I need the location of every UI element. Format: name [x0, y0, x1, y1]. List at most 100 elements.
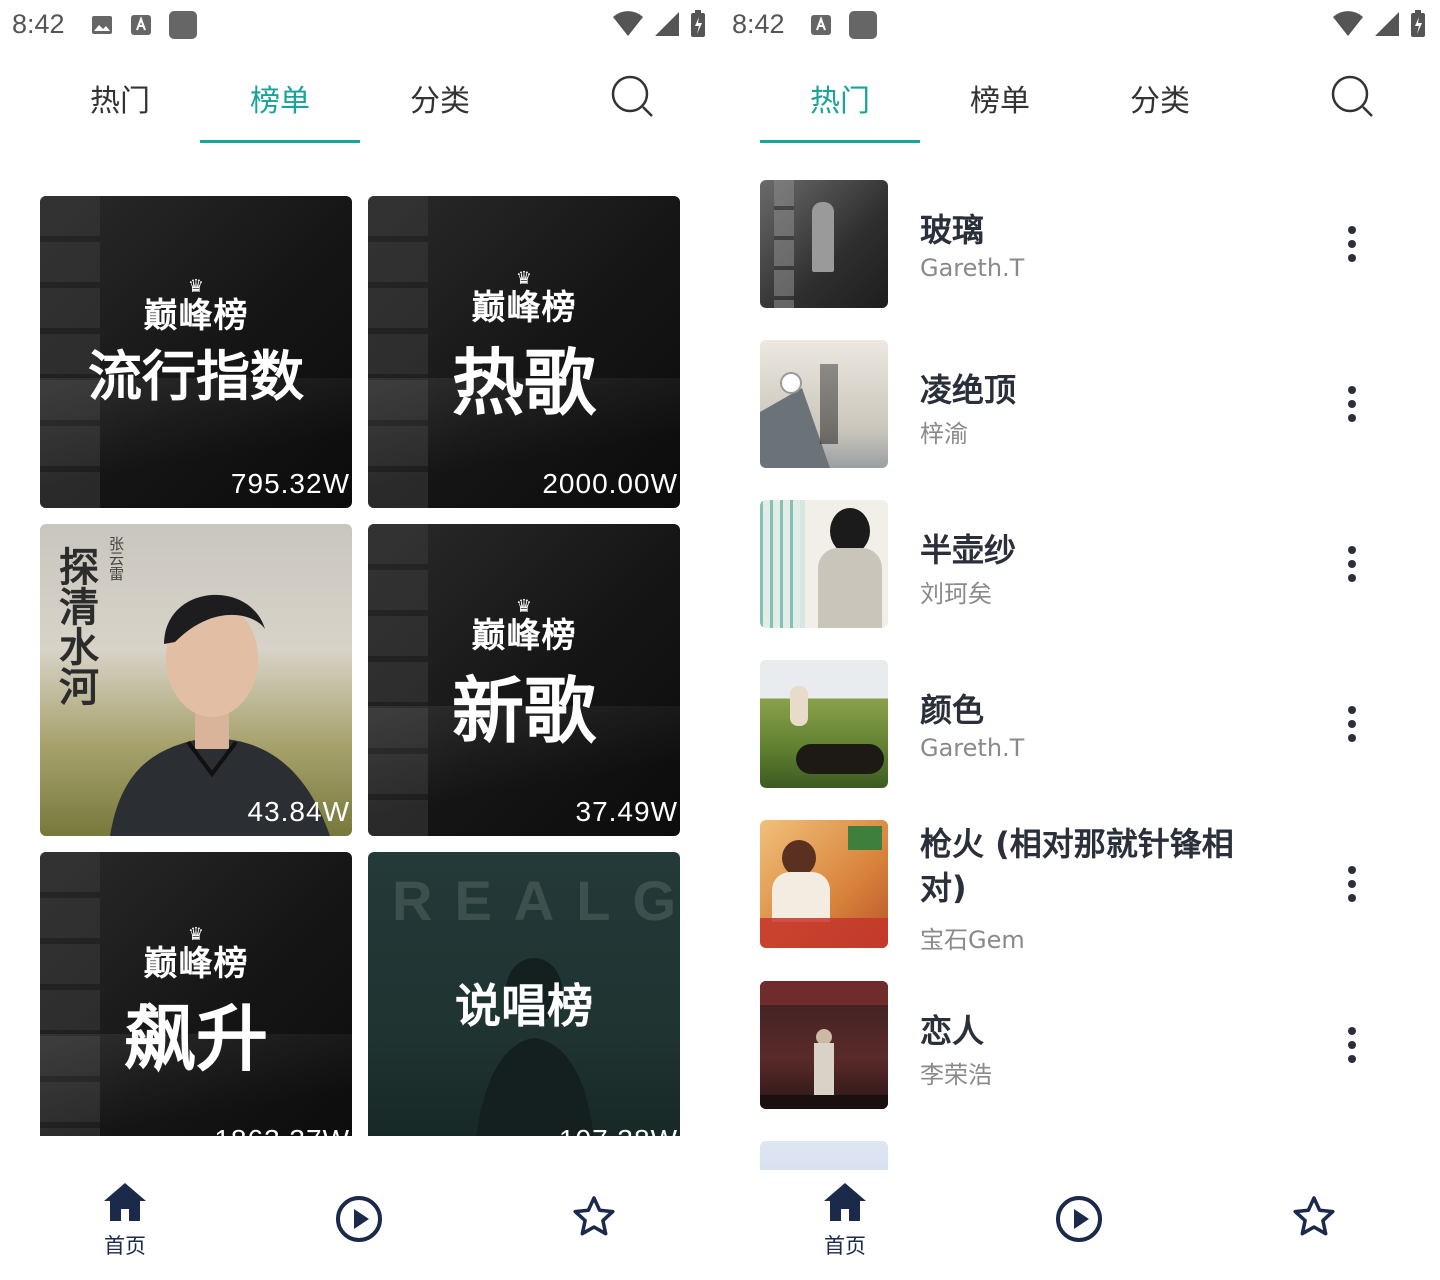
more-options-icon[interactable]: [1332, 1025, 1372, 1065]
play-count: 795.32W: [230, 468, 350, 499]
nav-home[interactable]: 首页: [785, 1180, 905, 1270]
home-icon: [824, 1183, 866, 1221]
song-artist: Gareth.T: [920, 254, 1025, 282]
app-notification-icon: [169, 11, 197, 39]
song-cover: [760, 981, 888, 1109]
nav-home-label: 首页: [104, 1234, 146, 1258]
signal-icon: [655, 12, 679, 36]
chart-brand: 巅峰榜: [471, 616, 577, 656]
image-notification-icon: [92, 16, 112, 34]
chart-brand: 巅峰榜: [471, 288, 577, 328]
chart-name: 流行指数: [88, 345, 304, 408]
song-cover: [760, 340, 888, 468]
song-item[interactable]: 凌绝顶 梓渝: [760, 340, 1400, 468]
tab-charts[interactable]: 榜单: [200, 76, 360, 120]
song-item[interactable]: [760, 1141, 1400, 1170]
song-cover: [760, 1141, 888, 1170]
tab-underline: [760, 140, 920, 143]
chart-name: 飙升: [123, 997, 268, 1081]
tab-hot[interactable]: 热门: [760, 76, 920, 120]
song-artist: Gareth.T: [920, 734, 1025, 762]
battery-icon: [1411, 10, 1425, 37]
tab-charts[interactable]: 榜单: [920, 76, 1080, 120]
status-time: 8:42: [732, 9, 785, 39]
song-title: 凌绝顶: [920, 371, 1017, 409]
song-cover: [760, 660, 888, 788]
chart-brand: 巅峰榜: [143, 296, 249, 336]
song-title: 半壶纱: [920, 531, 1017, 569]
tab-categories[interactable]: 分类: [1080, 76, 1240, 120]
nav-favorites[interactable]: [534, 1194, 654, 1280]
song-cover: [760, 180, 888, 308]
play-count: 37.49W: [575, 796, 678, 827]
more-options-icon[interactable]: [1332, 384, 1372, 424]
nav-home-label: 首页: [824, 1234, 866, 1258]
more-options-icon[interactable]: [1332, 544, 1372, 584]
tab-hot[interactable]: 热门: [40, 76, 200, 120]
chart-card-rising[interactable]: ♛ 巅峰榜 飙升 1863.37W: [40, 852, 352, 1136]
search-icon[interactable]: [610, 74, 656, 120]
status-bar: 8:42: [720, 0, 1440, 52]
song-title: 枪火 (相对那就针锋相对): [920, 825, 1234, 907]
more-options-icon[interactable]: [1332, 704, 1372, 744]
chart-card-album-photo[interactable]: 探清水河 张云雷 43.84W: [40, 524, 352, 836]
nav-player[interactable]: [1019, 1194, 1139, 1280]
keyboard-notification-icon: [811, 15, 831, 35]
wifi-icon: [1333, 11, 1363, 37]
song-title: 颜色: [920, 691, 985, 729]
tab-bar: 热门 榜单 分类: [40, 60, 680, 146]
chart-name: 热歌: [451, 341, 596, 425]
song-list: 玻璃 Gareth.T 凌绝顶 梓渝 半壶纱 刘珂矣 颜色 Gareth.T 枪…: [760, 180, 1400, 1170]
status-time: 8:42: [12, 9, 65, 39]
star-icon: [1293, 1196, 1335, 1236]
play-count: 43.84W: [247, 796, 350, 827]
nav-player[interactable]: [299, 1194, 419, 1280]
signal-icon: [1375, 12, 1399, 36]
play-circle-icon: [1056, 1196, 1102, 1242]
chart-card-pop-index[interactable]: ♛ 巅峰榜 流行指数 795.32W: [40, 196, 352, 508]
song-cover: [760, 500, 888, 628]
album-title: 探清水河: [52, 546, 98, 706]
song-item[interactable]: 玻璃 Gareth.T: [760, 180, 1400, 308]
bottom-nav: 首页: [0, 1170, 720, 1280]
chart-brand: 巅峰榜: [143, 944, 249, 984]
play-count: 2000.00W: [542, 468, 678, 499]
more-options-icon[interactable]: [1332, 864, 1372, 904]
realg-watermark: REALG: [392, 869, 680, 932]
more-options-icon[interactable]: [1332, 224, 1372, 264]
chart-card-new-songs[interactable]: ♛ 巅峰榜 新歌 37.49W: [368, 524, 680, 836]
song-item[interactable]: 半壶纱 刘珂矣: [760, 500, 1400, 628]
wifi-icon: [613, 11, 643, 37]
home-icon: [104, 1183, 146, 1221]
right-screen: 8:42 热门 榜单 分类 玻璃 Gareth.T 凌绝顶 梓渝 半壶纱 刘珂矣…: [720, 0, 1440, 1280]
song-item[interactable]: 恋人 李荣浩: [760, 981, 1400, 1109]
song-artist: 梓渝: [920, 420, 968, 448]
app-notification-icon: [849, 11, 877, 39]
song-artist: 李荣浩: [920, 1061, 992, 1089]
chart-card-rap[interactable]: REALG 说唱榜 107.38W: [368, 852, 680, 1136]
song-title: 恋人: [920, 1012, 985, 1050]
chart-grid: ♛ 巅峰榜 流行指数 795.32W ♛ 巅峰榜 热歌 2000.00W 探清水…: [40, 196, 680, 1136]
tab-categories[interactable]: 分类: [360, 76, 520, 120]
search-icon[interactable]: [1330, 74, 1376, 120]
left-screen: 8:42 热门 榜单 分类 ♛ 巅峰榜 流行指数 795.32W ♛ 巅峰榜 热…: [0, 0, 720, 1280]
song-cover: [760, 820, 888, 948]
album-artist: 张云雷: [107, 536, 125, 581]
nav-home[interactable]: 首页: [65, 1180, 185, 1270]
song-item[interactable]: 枪火 (相对那就针锋相对) 宝石Gem: [760, 820, 1400, 954]
status-bar: 8:42: [0, 0, 720, 52]
play-count: 107.38W: [559, 1124, 678, 1136]
chart-name: 新歌: [451, 669, 596, 753]
keyboard-notification-icon: [131, 15, 151, 35]
chart-card-hot-songs[interactable]: ♛ 巅峰榜 热歌 2000.00W: [368, 196, 680, 508]
tab-bar: 热门 榜单 分类: [760, 60, 1400, 146]
nav-favorites[interactable]: [1254, 1194, 1374, 1280]
play-count: 1863.37W: [214, 1124, 350, 1136]
song-title: 玻璃: [920, 211, 985, 249]
play-circle-icon: [336, 1196, 382, 1242]
song-artist: 宝石Gem: [920, 926, 1025, 954]
chart-name: 说唱榜: [455, 979, 593, 1033]
battery-icon: [691, 10, 705, 37]
tab-underline: [200, 140, 360, 143]
song-item[interactable]: 颜色 Gareth.T: [760, 660, 1400, 788]
